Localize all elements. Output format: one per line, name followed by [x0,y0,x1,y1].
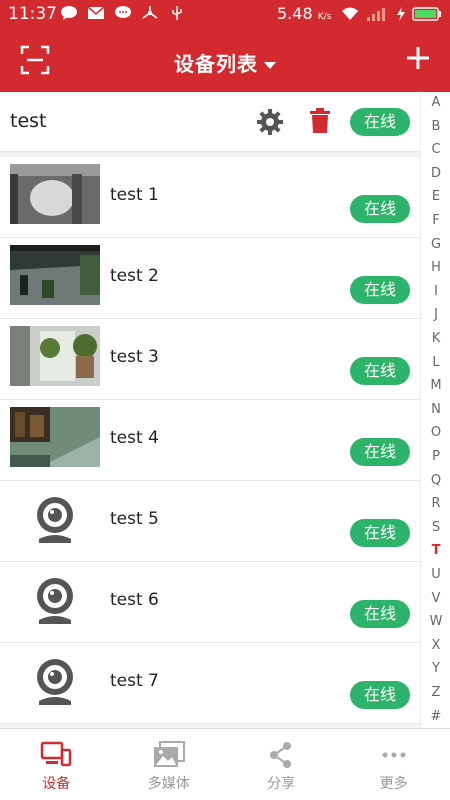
webcam-icon [37,659,73,705]
device-list: test 1 在线 test 2 在线 test 3 在线 test 4 在线 … [0,157,420,724]
devices-icon [41,741,72,767]
wifi-icon [342,7,358,20]
alphabet-letter[interactable]: J [421,307,450,322]
device-status-badge: 在线 [350,438,410,466]
device-item[interactable]: test 6 在线 [0,562,420,643]
webcam-icon [37,497,73,543]
device-item[interactable]: test 3 在线 [0,319,420,400]
device-thumbnail [10,407,100,467]
device-item[interactable]: test 2 在线 [0,238,420,319]
trash-icon[interactable] [309,108,331,134]
speed-unit: K/s [317,12,332,22]
alphabet-letter[interactable]: D [421,166,450,181]
alphabet-letter[interactable]: S [421,520,450,535]
device-name: test 4 [110,428,159,448]
tab-label: 分享 [267,776,296,792]
network-icon [142,6,158,19]
webcam-icon [37,578,73,624]
alphabet-letter[interactable]: R [421,496,450,511]
device-name: test 7 [110,671,159,691]
battery-icon [412,7,441,21]
tab-label: 多媒体 [147,776,190,792]
device-item[interactable]: test 4 在线 [0,400,420,481]
usb-icon [172,6,182,20]
device-status-badge: 在线 [350,195,410,223]
alphabet-letter[interactable]: Q [421,473,450,488]
alphabet-letter[interactable]: W [421,614,450,629]
device-item[interactable]: test 1 在线 [0,157,420,238]
device-status-badge: 在线 [350,276,410,304]
signal-icon [367,8,385,21]
device-name: test 1 [110,185,159,205]
share-icon [270,742,292,768]
alphabet-letter[interactable]: V [421,591,450,606]
alphabet-letter[interactable]: C [421,142,450,157]
device-status-badge: 在线 [350,357,410,385]
alphabet-letter[interactable]: L [421,355,450,370]
group-name: test [10,110,47,132]
device-status-badge: 在线 [350,600,410,628]
device-status-badge: 在线 [350,681,410,709]
page-title: 设备列表 [174,52,258,76]
status-right-icons [340,6,442,22]
device-thumbnail [10,245,100,305]
group-row[interactable]: test 在线 [0,92,420,152]
device-thumbnail [10,164,100,224]
alphabet-letter[interactable]: M [421,378,450,393]
alphabet-letter[interactable]: X [421,638,450,653]
alphabet-letter[interactable]: K [421,331,450,346]
group-status-badge: 在线 [350,108,410,136]
alphabet-letter[interactable]: H [421,260,450,275]
alphabet-letter[interactable]: E [421,189,450,204]
tab-devices[interactable]: 设备 [0,729,113,800]
charging-icon [397,7,405,21]
device-item[interactable]: test 7 在线 [0,643,420,724]
app-header: 设备列表 [0,30,450,92]
device-thumbnail [10,326,100,386]
dropdown-caret-icon [264,62,276,69]
alphabet-letter[interactable]: Z [421,685,450,700]
message-icon [115,6,131,18]
mail-icon [87,6,105,19]
alphabet-letter[interactable]: U [421,567,450,582]
device-name: test 3 [110,347,159,367]
status-bar: 11:37 5.48 K/s [0,0,450,30]
bottom-nav: 设备 多媒体 分享 更多 [0,728,450,800]
tab-more[interactable]: 更多 [338,729,450,800]
plus-icon[interactable] [404,44,432,72]
speed-value: 5.48 [277,4,313,23]
device-name: test 2 [110,266,159,286]
alphabet-letter[interactable]: G [421,237,450,252]
notification-icons [60,5,186,21]
alphabet-letter[interactable]: # [421,709,450,724]
device-item[interactable]: test 5 在线 [0,481,420,562]
alphabet-letter[interactable]: T [421,543,450,558]
tab-label: 设备 [42,776,71,792]
gear-icon[interactable] [256,108,284,136]
alphabet-letter[interactable]: N [421,402,450,417]
alphabet-letter[interactable]: A [421,95,450,110]
device-name: test 6 [110,590,159,610]
alphabet-letter[interactable]: I [421,284,450,299]
device-name: test 5 [110,509,159,529]
alphabet-letter[interactable]: F [421,213,450,228]
status-time: 11:37 [8,4,57,24]
tab-share[interactable]: 分享 [225,729,338,800]
device-list-title-dropdown[interactable]: 设备列表 [0,48,450,77]
gallery-icon [153,741,185,767]
tab-label: 更多 [379,776,408,792]
alphabet-letter[interactable]: O [421,425,450,440]
alphabet-letter[interactable]: B [421,119,450,134]
alphabet-letter[interactable]: P [421,449,450,464]
alphabet-index[interactable]: A B C D E F G H I J K L M N O P Q R S T U V W X Y Z # [420,92,450,728]
network-speed: 5.48 K/s [277,4,331,23]
more-icon [382,752,406,758]
device-status-badge: 在线 [350,519,410,547]
top-bar: 11:37 5.48 K/s 设备列表 [0,0,450,92]
alphabet-letter[interactable]: Y [421,661,450,676]
chat-bubble-icon [61,6,77,20]
tab-media[interactable]: 多媒体 [113,729,226,800]
